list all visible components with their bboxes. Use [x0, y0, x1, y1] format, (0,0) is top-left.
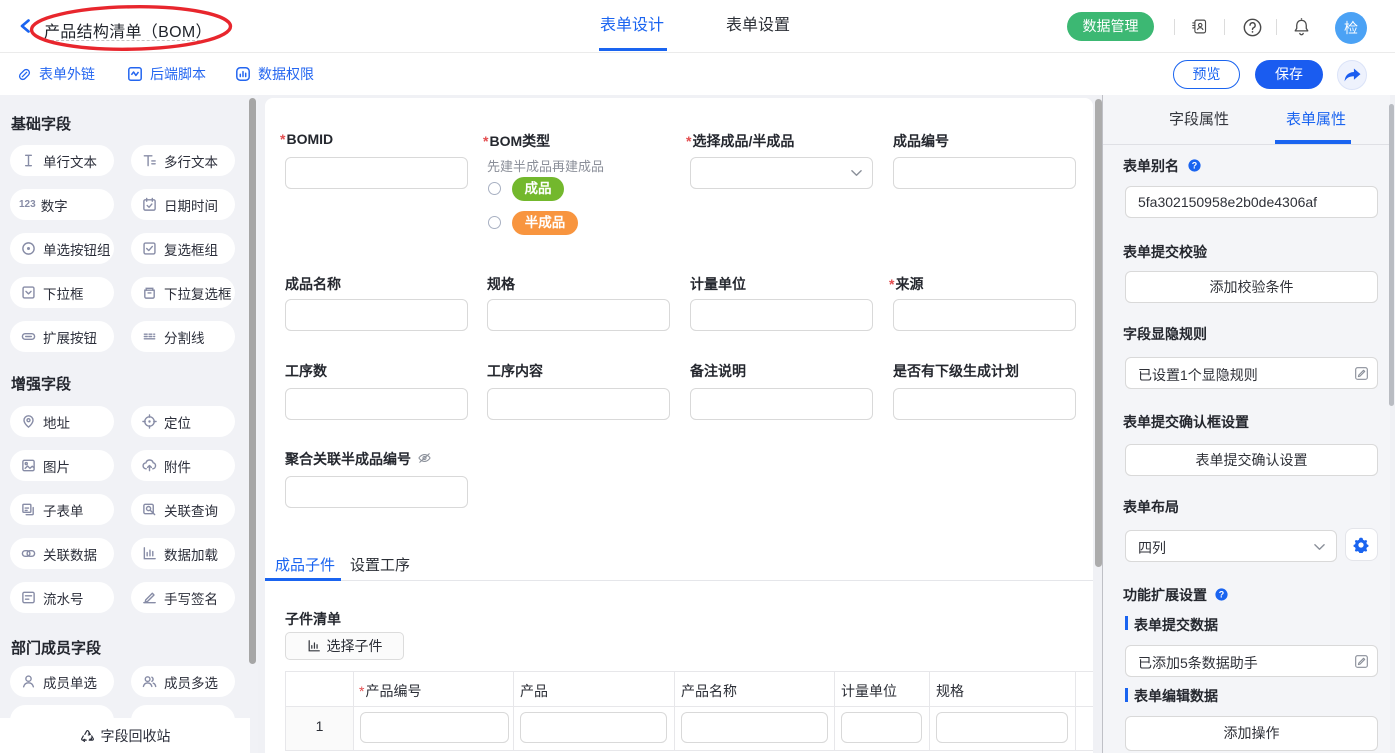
svg-text:?: ? [1219, 590, 1224, 600]
svg-text:?: ? [1192, 161, 1197, 171]
